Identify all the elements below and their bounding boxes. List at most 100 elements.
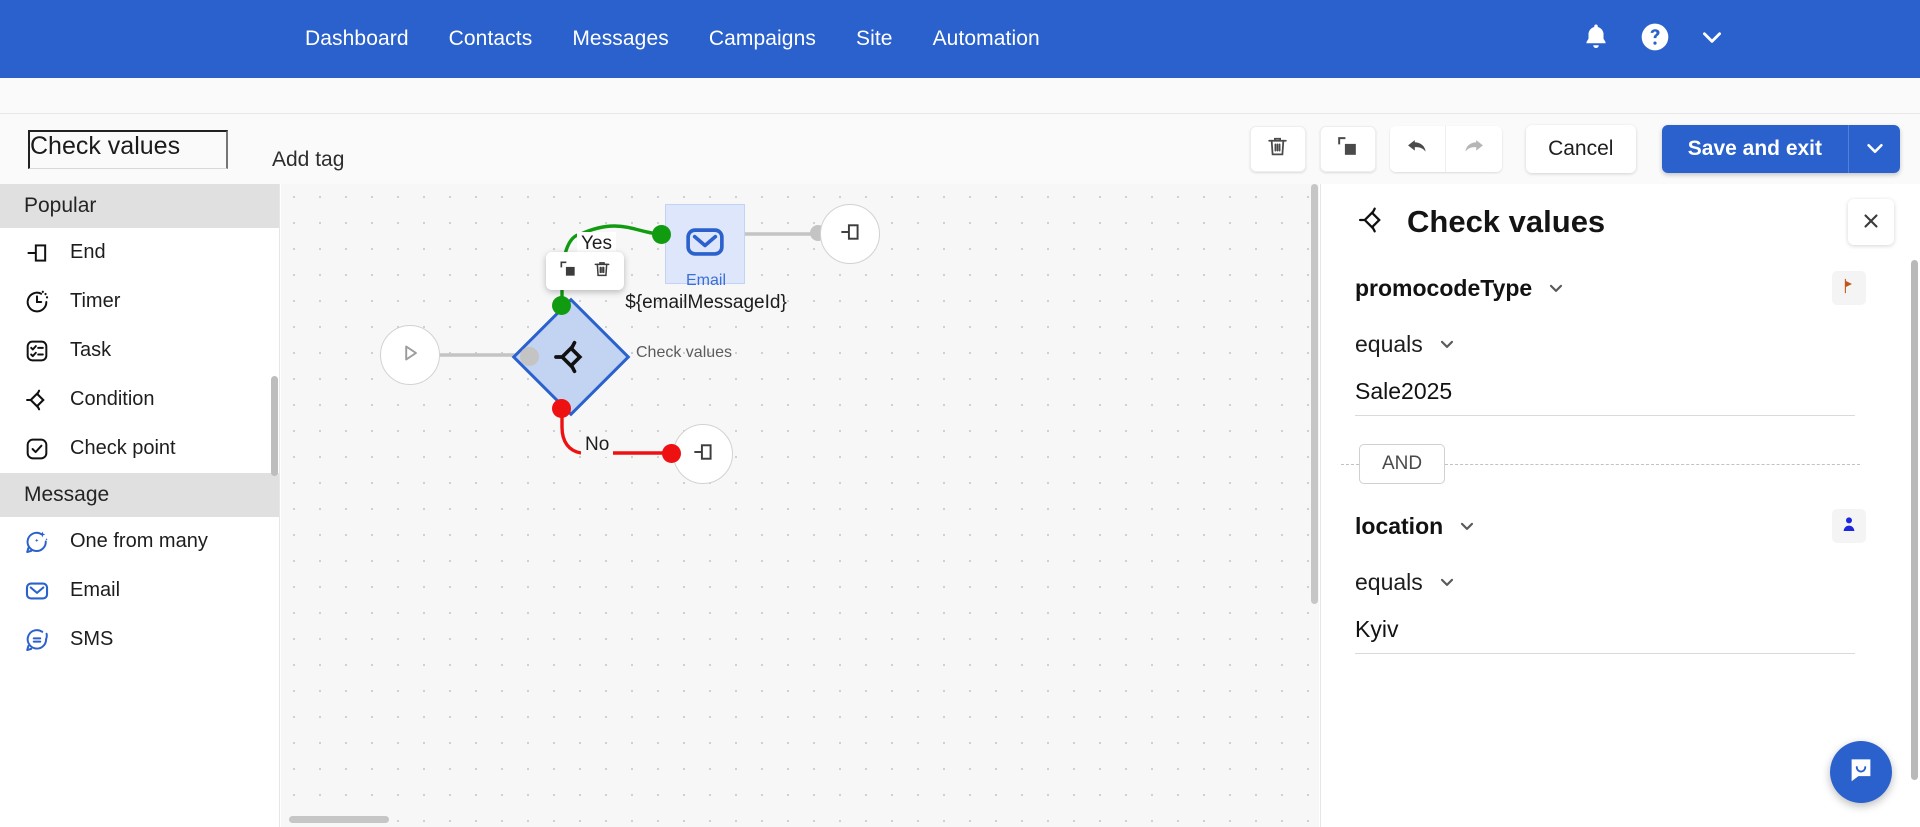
palette-item-timer[interactable]: Timer <box>0 277 279 326</box>
palette-item-one-from-many[interactable]: One from many <box>0 517 279 566</box>
panel-close-button[interactable] <box>1848 199 1894 245</box>
palette-item-label: SMS <box>70 628 114 650</box>
canvas-horizontal-scrollbar[interactable] <box>289 816 389 823</box>
palette-scrollbar[interactable] <box>271 376 278 476</box>
nav-item-campaigns[interactable]: Campaigns <box>709 27 816 51</box>
flow-canvas[interactable]: Email ${emailMessageId} Check values Yes… <box>281 184 1319 827</box>
nav-links: Dashboard Contacts Messages Campaigns Si… <box>305 27 1040 51</box>
nav-item-site[interactable]: Site <box>856 27 893 51</box>
palette-group-popular: Popular <box>0 184 279 228</box>
save-options-button[interactable] <box>1848 125 1900 173</box>
canvas-node-condition-label: Check values <box>636 344 733 361</box>
nav-item-contacts[interactable]: Contacts <box>449 27 533 51</box>
save-and-exit-button[interactable]: Save and exit <box>1661 125 1848 173</box>
palette-item-sms[interactable]: SMS <box>0 615 279 664</box>
flag-icon <box>1839 276 1859 301</box>
node-duplicate-button[interactable] <box>554 257 582 285</box>
palette-item-end[interactable]: End <box>0 228 279 277</box>
toolbar-actions: Cancel Save and exit <box>1249 125 1900 173</box>
flow-toolbar: Add tag <box>0 114 1920 184</box>
canvas-node-email-label: Email <box>685 272 726 289</box>
nav-item-dashboard[interactable]: Dashboard <box>305 27 409 51</box>
panel-scrollbar[interactable] <box>1911 260 1918 780</box>
cancel-button[interactable]: Cancel <box>1525 125 1636 173</box>
bell-icon[interactable] <box>1581 22 1611 57</box>
condition-node-input-port[interactable] <box>520 347 539 366</box>
canvas-node-end-top[interactable] <box>820 204 880 264</box>
end-bottom-input-port[interactable] <box>662 444 681 463</box>
canvas-node-start[interactable] <box>380 325 440 385</box>
duplicate-button[interactable] <box>1319 126 1376 172</box>
palette-item-label: Email <box>70 579 121 601</box>
palette-item-label: Timer <box>70 290 121 312</box>
nav-item-automation[interactable]: Automation <box>933 27 1040 51</box>
palette-item-task[interactable]: Task <box>0 326 279 375</box>
copy-icon <box>1335 134 1360 164</box>
trash-icon <box>592 259 612 284</box>
palette-item-condition[interactable]: Condition <box>0 375 279 424</box>
canvas-vertical-scrollbar[interactable] <box>1311 184 1318 604</box>
redo-button[interactable] <box>1445 126 1502 172</box>
chevron-down-icon[interactable] <box>1457 516 1477 536</box>
divider-dash-right <box>1445 463 1860 465</box>
condition-field-row: location <box>1321 498 1894 554</box>
edge-label-no: No <box>581 433 614 457</box>
chevron-down-icon <box>1864 137 1886 162</box>
panel-header: Check values <box>1321 184 1920 260</box>
redo-arrow-icon <box>1460 133 1487 165</box>
node-context-toolbar <box>546 252 624 290</box>
add-tag-button[interactable]: Add tag <box>272 148 344 172</box>
save-and-exit-group: Save and exit <box>1661 125 1900 173</box>
condition-operator-row: equals <box>1321 554 1894 610</box>
condition-value-input[interactable] <box>1355 616 1855 654</box>
palette-item-email[interactable]: Email <box>0 566 279 615</box>
condition-field-name[interactable]: location <box>1355 513 1443 540</box>
canvas-node-end-bottom[interactable] <box>673 424 733 484</box>
account-chevron-down-icon[interactable] <box>1699 24 1725 55</box>
node-delete-button[interactable] <box>588 257 616 285</box>
condition-value-input[interactable] <box>1355 378 1855 416</box>
undo-button[interactable] <box>1389 126 1446 172</box>
end-node-icon <box>837 219 863 250</box>
chevron-down-icon[interactable] <box>1437 334 1457 354</box>
condition-settings-panel: Check values promocodeType equals Sale20… <box>1320 184 1920 827</box>
copy-icon <box>558 259 578 284</box>
end-node-icon <box>22 238 52 268</box>
help-circle-icon[interactable] <box>1639 21 1671 58</box>
condition-operator[interactable]: equals <box>1355 569 1423 596</box>
play-triangle-icon <box>397 340 423 371</box>
node-palette-sidebar: Popular End Timer Task Condition Check p… <box>0 184 280 827</box>
close-x-icon <box>1860 210 1882 235</box>
condition-node-yes-port[interactable] <box>552 296 571 315</box>
palette-item-check-point[interactable]: Check point <box>0 424 279 473</box>
nav-right-actions <box>1581 21 1725 58</box>
palette-item-label: End <box>70 241 106 263</box>
nav-item-messages[interactable]: Messages <box>572 27 669 51</box>
condition-operator[interactable]: equals <box>1355 331 1423 358</box>
divider-dash-left <box>1341 463 1359 465</box>
panel-title: Check values <box>1407 204 1606 239</box>
chevron-down-icon[interactable] <box>1546 278 1566 298</box>
intercom-launcher-button[interactable] <box>1830 741 1892 803</box>
condition-flag-button[interactable] <box>1832 271 1866 305</box>
canvas-node-email-sublabel: ${emailMessageId} <box>625 292 787 313</box>
undo-arrow-icon <box>1404 133 1431 165</box>
palette-item-label: Condition <box>70 388 155 410</box>
condition-contact-button[interactable] <box>1832 509 1866 543</box>
condition-join-operator[interactable]: AND <box>1359 444 1446 484</box>
chevron-down-icon[interactable] <box>1437 572 1457 592</box>
timer-clock-icon <box>22 287 52 317</box>
sms-bubble-icon <box>22 625 52 655</box>
flow-name-input[interactable] <box>28 129 228 169</box>
condition-node-no-port[interactable] <box>552 399 571 418</box>
condition-diamond-icon <box>1355 203 1389 242</box>
email-node-input-port[interactable] <box>652 225 671 244</box>
palette-group-message: Message <box>0 473 279 517</box>
delete-button[interactable] <box>1249 126 1306 172</box>
secondary-strip <box>0 78 1920 114</box>
condition-operator-row: equals <box>1321 316 1894 372</box>
email-envelope-icon <box>22 576 52 606</box>
condition-field-name[interactable]: promocodeType <box>1355 275 1532 302</box>
chat-bubble-icon <box>1846 755 1876 790</box>
palette-item-label: One from many <box>70 530 208 552</box>
